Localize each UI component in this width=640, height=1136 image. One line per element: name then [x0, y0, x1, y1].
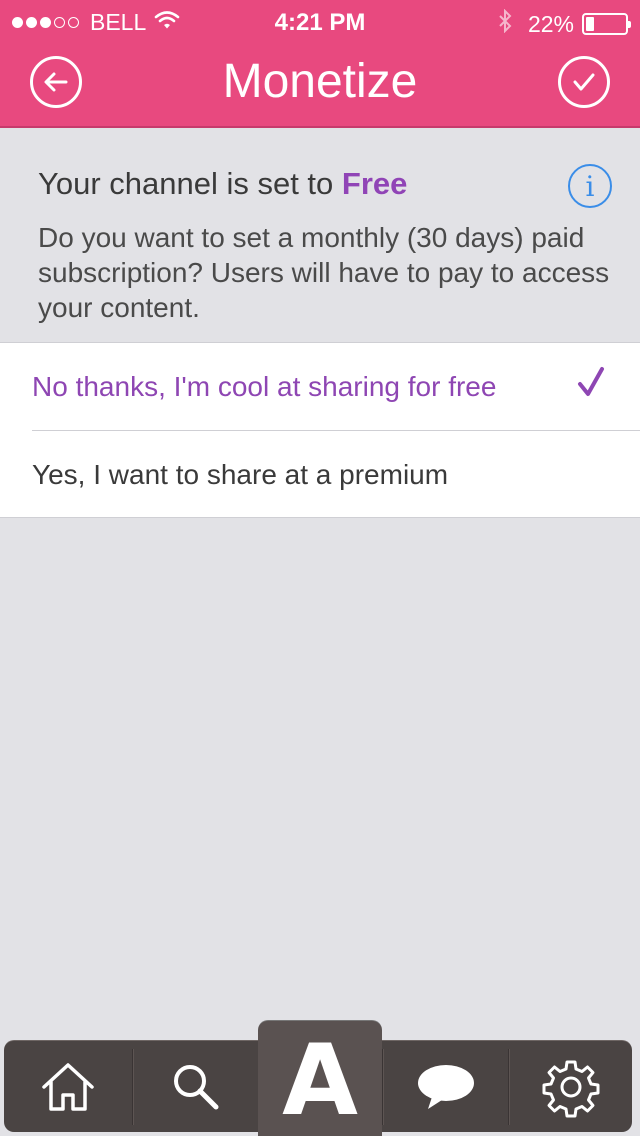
tab-settings[interactable]	[510, 1041, 632, 1133]
option-premium[interactable]: Yes, I want to share at a premium	[0, 431, 640, 518]
tab-chat[interactable]	[384, 1041, 508, 1133]
option-label: Yes, I want to share at a premium	[32, 459, 449, 490]
logo-letter: A	[282, 1023, 358, 1136]
bluetooth-icon	[498, 8, 512, 39]
info-icon[interactable]: i	[568, 164, 612, 208]
tab-search[interactable]	[134, 1041, 258, 1133]
heading-prefix: Your channel is set to	[38, 166, 342, 201]
home-icon	[42, 1063, 94, 1111]
subscription-description: Do you want to set a monthly (30 days) p…	[38, 222, 610, 323]
channel-status-section: Your channel is set to Free i Do you wan…	[0, 130, 640, 342]
option-label: No thanks, I'm cool at sharing for free	[32, 371, 497, 402]
current-plan: Free	[341, 166, 408, 201]
page-title: Monetize	[222, 55, 418, 108]
subscription-options: No thanks, I'm cool at sharing for free …	[0, 342, 640, 518]
battery-percent: 22%	[527, 10, 574, 37]
option-free[interactable]: No thanks, I'm cool at sharing for free	[0, 343, 640, 431]
battery-icon	[582, 13, 631, 35]
tab-home[interactable]	[4, 1041, 132, 1133]
selected-check-icon	[576, 365, 606, 406]
battery-level	[586, 17, 594, 31]
done-button[interactable]	[558, 56, 610, 108]
search-icon	[174, 1065, 219, 1110]
status-bar: BELL 4:21 PM 22%	[0, 0, 640, 42]
checkmark-icon	[573, 73, 595, 91]
channel-status-heading: Your channel is set to Free	[38, 166, 407, 202]
tab-center-logo[interactable]: A	[258, 1020, 382, 1136]
nav-header: BELL 4:21 PM 22% Monetize	[0, 0, 640, 128]
gear-icon	[542, 1060, 600, 1118]
chat-icon	[418, 1065, 474, 1109]
